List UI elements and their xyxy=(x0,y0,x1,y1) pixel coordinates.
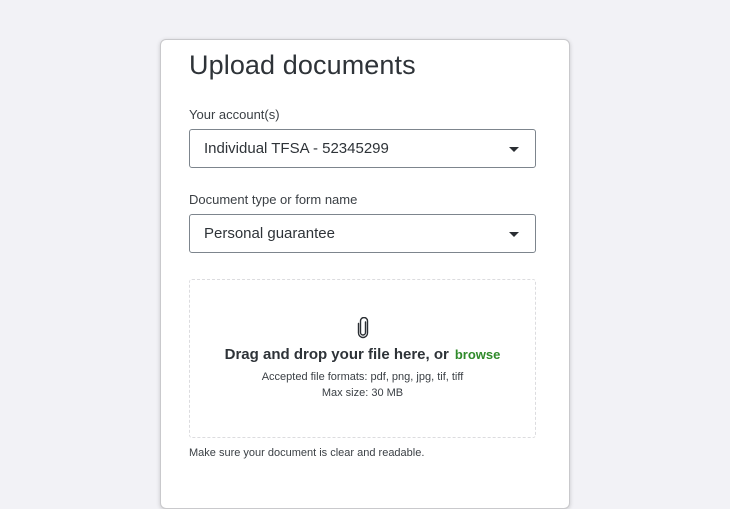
page-title: Upload documents xyxy=(189,50,416,80)
chevron-down-icon xyxy=(509,232,519,237)
dropzone-instructions: Drag and drop your file here, or browse xyxy=(190,346,535,364)
upload-card: Upload documents Your account(s) Individ… xyxy=(160,39,570,509)
paperclip-icon xyxy=(357,317,369,339)
document-type-label: Document type or form name xyxy=(189,192,358,207)
accepted-formats-text: Accepted file formats: pdf, png, jpg, ti… xyxy=(261,371,464,383)
browse-link[interactable]: browse xyxy=(455,347,501,362)
account-select[interactable]: Individual TFSA - 52345299 xyxy=(189,129,536,168)
chevron-down-icon xyxy=(509,147,519,152)
document-type-select-value: Personal guarantee xyxy=(204,225,335,242)
dropzone-main-text: Drag and drop your file here, or xyxy=(224,346,449,363)
clarity-note: Make sure your document is clear and rea… xyxy=(189,447,425,459)
file-dropzone[interactable]: Drag and drop your file here, or browse A… xyxy=(189,279,536,438)
account-label: Your account(s) xyxy=(189,107,280,122)
max-size-text: Max size: 30 MB xyxy=(321,387,404,399)
document-type-select[interactable]: Personal guarantee xyxy=(189,214,536,253)
account-select-value: Individual TFSA - 52345299 xyxy=(204,140,389,157)
